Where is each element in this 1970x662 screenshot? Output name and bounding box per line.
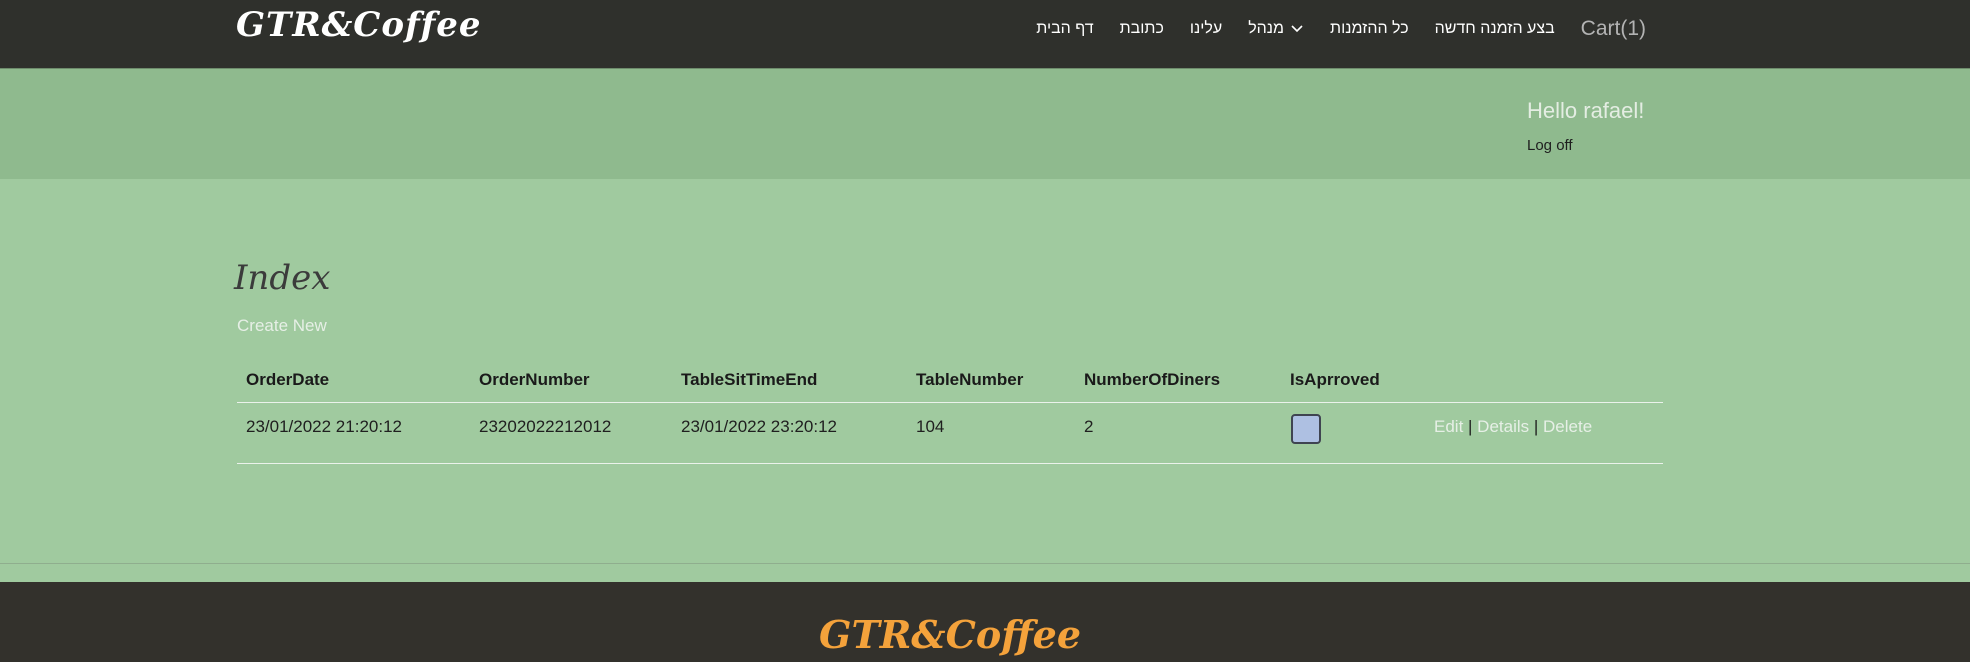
nav-new-order[interactable]: בצע הזמנה חדשה bbox=[1435, 20, 1555, 38]
cell-table-sit-time-end: 23/01/2022 23:20:12 bbox=[681, 417, 837, 436]
cell-table-number: 104 bbox=[916, 417, 945, 436]
column-header-is-approved: IsAprroved bbox=[1290, 370, 1380, 389]
hero-banner bbox=[0, 69, 1970, 179]
action-separator: | bbox=[1468, 417, 1478, 436]
nav-about[interactable]: עלינו bbox=[1190, 20, 1222, 38]
column-header-order-date: OrderDate bbox=[246, 370, 330, 389]
brand-logo[interactable]: GTR&Coffee bbox=[236, 5, 482, 45]
top-navbar: GTR&Coffee דף הבית כתובת עלינו מנהל כל ה… bbox=[0, 0, 1970, 69]
cell-number-of-diners: 2 bbox=[1084, 417, 1094, 436]
nav-admin-label: מנהל bbox=[1248, 20, 1285, 37]
nav-all-orders[interactable]: כל ההזמנות bbox=[1330, 20, 1409, 38]
table-row: 23/01/2022 21:20:12 23202022212012 23/01… bbox=[237, 402, 1663, 464]
greeting-text: Hello rafael! bbox=[1527, 98, 1645, 123]
orders-table: OrderDate OrderNumber TableSitTimeEnd Ta… bbox=[237, 360, 1663, 464]
is-approved-checkbox[interactable] bbox=[1291, 414, 1321, 444]
nav-cart[interactable]: Cart(1) bbox=[1581, 17, 1646, 41]
nav-address[interactable]: כתובת bbox=[1120, 20, 1164, 38]
nav-home[interactable]: דף הבית bbox=[1036, 20, 1093, 38]
footer-divider bbox=[0, 563, 1970, 564]
column-header-table-sit-time-end: TableSitTimeEnd bbox=[681, 370, 818, 389]
nav-admin-dropdown[interactable]: מנהל bbox=[1248, 20, 1304, 38]
chevron-down-icon bbox=[1291, 25, 1303, 33]
footer-brand-logo: GTR&Coffee bbox=[819, 612, 1081, 657]
main-nav: דף הבית כתובת עלינו מנהל כל ההזמנות בצע … bbox=[1036, 0, 1646, 58]
column-header-order-number: OrderNumber bbox=[479, 370, 590, 389]
cell-order-date: 23/01/2022 21:20:12 bbox=[246, 417, 402, 436]
create-new-link[interactable]: Create New bbox=[237, 316, 327, 336]
logoff-link[interactable]: Log off bbox=[1527, 137, 1573, 154]
edit-link[interactable]: Edit bbox=[1434, 417, 1463, 436]
column-header-number-of-diners: NumberOfDiners bbox=[1084, 370, 1221, 389]
footer: GTR&Coffee bbox=[0, 582, 1970, 662]
details-link[interactable]: Details bbox=[1477, 417, 1529, 436]
action-separator: | bbox=[1533, 417, 1544, 436]
column-header-table-number: TableNumber bbox=[916, 370, 1024, 389]
page-title: Index bbox=[234, 258, 331, 298]
delete-link[interactable]: Delete bbox=[1543, 417, 1592, 436]
row-actions: Edit | Details | Delete bbox=[1434, 417, 1592, 437]
cell-order-number: 23202022212012 bbox=[479, 417, 612, 436]
table-header-row: OrderDate OrderNumber TableSitTimeEnd Ta… bbox=[237, 360, 1663, 402]
